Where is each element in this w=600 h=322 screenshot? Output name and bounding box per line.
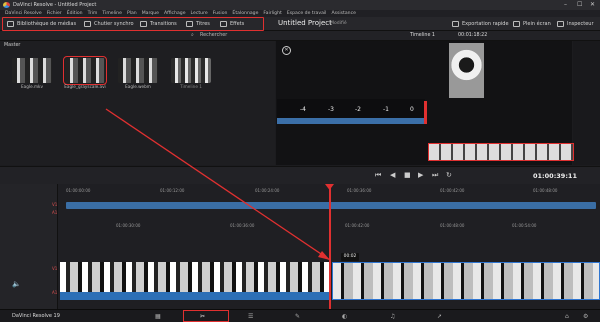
annotation-arrow <box>105 108 331 261</box>
